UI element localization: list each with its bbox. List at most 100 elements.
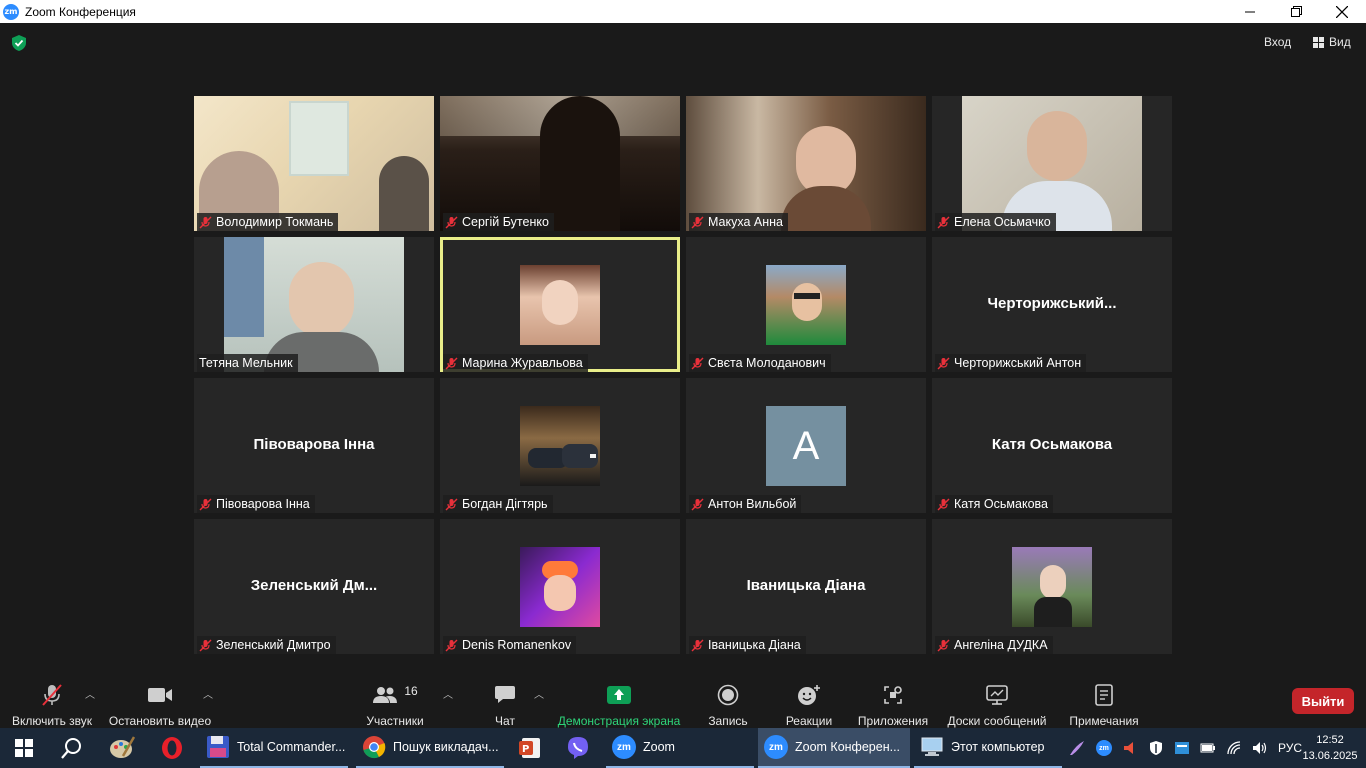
participants-button[interactable]: 16 Участники	[362, 672, 428, 728]
chat-options-chevron-icon[interactable]: ︿	[534, 686, 544, 701]
reactions-button[interactable]: Реакции	[782, 672, 836, 728]
minimize-button[interactable]	[1227, 0, 1273, 23]
active-speaker-tile[interactable]: Марина Журавльова	[440, 237, 680, 372]
participant-initial-avatar: A	[766, 406, 846, 486]
unmute-label: Включить звук	[11, 714, 93, 728]
app-tray-icon[interactable]	[1174, 740, 1190, 756]
participant-name-label: Елена Осьмачко	[935, 213, 1056, 231]
chat-bubble-icon	[495, 686, 515, 703]
opera-browser-button[interactable]	[148, 728, 196, 768]
participant-tile[interactable]: Богдан Дігтярь	[440, 378, 680, 513]
unmute-button[interactable]: Включить звук	[8, 672, 96, 728]
windows-taskbar: Total Commander... Пошук викладач... P z…	[0, 728, 1366, 768]
participant-name: Антон Вильбой	[708, 497, 797, 511]
stop-video-button[interactable]: Остановить видео	[106, 672, 214, 728]
close-button[interactable]	[1319, 0, 1365, 23]
leave-meeting-button[interactable]: Выйти	[1292, 688, 1354, 714]
mic-muted-icon	[937, 357, 950, 369]
participant-tile[interactable]: Елена Осьмачко	[932, 96, 1172, 231]
taskbar-app-chrome[interactable]: Пошук викладач...	[356, 728, 504, 768]
security-shield-icon[interactable]	[10, 34, 28, 52]
participant-tile[interactable]: Катя Осьмакова Катя Осьмакова	[932, 378, 1172, 513]
participant-photo	[766, 265, 846, 345]
taskbar-clock[interactable]: 12:52 13.06.2025	[1298, 732, 1362, 764]
participant-tile[interactable]: Свєта Молоданович	[686, 237, 926, 372]
mic-muted-icon	[937, 498, 950, 510]
apps-label: Приложения	[857, 714, 929, 728]
audio-options-chevron-icon[interactable]: ︿	[85, 686, 95, 701]
participant-display-name: Півоварова Інна	[253, 436, 375, 453]
taskbar-app-this-pc[interactable]: Этот компьютер	[914, 728, 1062, 768]
participants-label: Участники	[366, 714, 424, 728]
participants-options-chevron-icon[interactable]: ︿	[443, 686, 453, 701]
start-button[interactable]	[0, 728, 48, 768]
notes-label: Примечания	[1069, 714, 1139, 728]
participant-video	[962, 96, 1142, 231]
participant-tile[interactable]: Черторижський... Черторижський Антон	[932, 237, 1172, 372]
taskbar-app-zoom[interactable]: zm Zoom	[606, 728, 754, 768]
participant-tile[interactable]: Сергій Бутенко	[440, 96, 680, 231]
mic-muted-icon	[445, 216, 458, 228]
whiteboards-label: Доски сообщений	[947, 714, 1047, 728]
mic-muted-icon	[691, 216, 704, 228]
mic-muted-icon	[691, 498, 704, 510]
mic-muted-icon	[445, 357, 458, 369]
signin-button[interactable]: Вход	[1264, 35, 1291, 49]
participant-name-label: Володимир Токмань	[197, 213, 339, 231]
participant-name: Сергій Бутенко	[462, 215, 549, 229]
participant-tile[interactable]: Denis Romanenkov	[440, 519, 680, 654]
participant-tile[interactable]: Півоварова Інна Півоварова Інна	[194, 378, 434, 513]
wifi-icon[interactable]	[1226, 740, 1242, 756]
search-button[interactable]	[48, 728, 96, 768]
zoom-tray-icon[interactable]: zm	[1096, 740, 1112, 756]
mic-muted-icon	[445, 498, 458, 510]
minimize-icon	[1245, 11, 1255, 12]
participant-name-label: Антон Вильбой	[689, 495, 802, 513]
participant-photo	[520, 406, 600, 486]
chat-button[interactable]: Чат	[484, 672, 526, 728]
participant-tile[interactable]: Тетяна Мельник	[194, 237, 434, 372]
security-tray-icon[interactable]	[1148, 740, 1164, 756]
participant-name: Denis Romanenkov	[462, 638, 572, 652]
restore-button[interactable]	[1273, 0, 1319, 23]
zoom-icon: zm	[612, 735, 636, 759]
mic-muted-icon	[199, 216, 212, 228]
view-button[interactable]: Вид	[1313, 35, 1351, 49]
windows-logo-icon	[15, 739, 33, 757]
participant-tile[interactable]: A Антон Вильбой	[686, 378, 926, 513]
battery-icon[interactable]	[1200, 740, 1216, 756]
mic-muted-icon	[691, 639, 704, 651]
viber-button[interactable]	[554, 728, 602, 768]
participant-name-label: Сергій Бутенко	[443, 213, 554, 231]
view-label: Вид	[1329, 35, 1351, 49]
paint-app-button[interactable]	[98, 728, 146, 768]
whiteboards-button[interactable]: Доски сообщений	[944, 672, 1050, 728]
record-button[interactable]: Запись	[704, 672, 752, 728]
apps-button[interactable]: Приложения	[856, 672, 930, 728]
taskbar-app-total-commander[interactable]: Total Commander...	[200, 728, 348, 768]
speaker-muted-icon[interactable]	[1122, 740, 1138, 756]
participant-tile[interactable]: Зеленський Дм... Зеленський Дмитро	[194, 519, 434, 654]
participant-name-label: Іваницька Діана	[689, 636, 806, 654]
share-screen-button[interactable]: Демонстрация экрана	[556, 672, 682, 728]
participant-tile[interactable]: Володимир Токмань	[194, 96, 434, 231]
participant-name: Зеленський Дмитро	[216, 638, 331, 652]
svg-text:P: P	[522, 744, 529, 755]
restore-icon	[1290, 6, 1302, 17]
floppy-disk-icon	[207, 736, 229, 758]
video-options-chevron-icon[interactable]: ︿	[203, 686, 213, 701]
participant-tile[interactable]: Макуха Анна	[686, 96, 926, 231]
signin-label: Вход	[1264, 35, 1292, 49]
volume-icon[interactable]	[1252, 740, 1268, 756]
mic-muted-icon	[199, 639, 212, 651]
participant-tile[interactable]: Ангеліна ДУДКА	[932, 519, 1172, 654]
powerpoint-button[interactable]: P	[506, 728, 554, 768]
notes-button[interactable]: Примечания	[1066, 672, 1142, 728]
reactions-smiley-icon	[798, 685, 820, 705]
pen-feather-icon[interactable]	[1068, 739, 1086, 757]
participant-display-name: Іваницька Діана	[746, 577, 866, 594]
participant-name-label: Тетяна Мельник	[197, 354, 298, 372]
taskbar-app-zoom-meeting[interactable]: zm Zoom Конферен...	[758, 728, 910, 768]
participant-tile[interactable]: Іваницька Діана Іваницька Діана	[686, 519, 926, 654]
participant-name-label: Ангеліна ДУДКА	[935, 636, 1053, 654]
